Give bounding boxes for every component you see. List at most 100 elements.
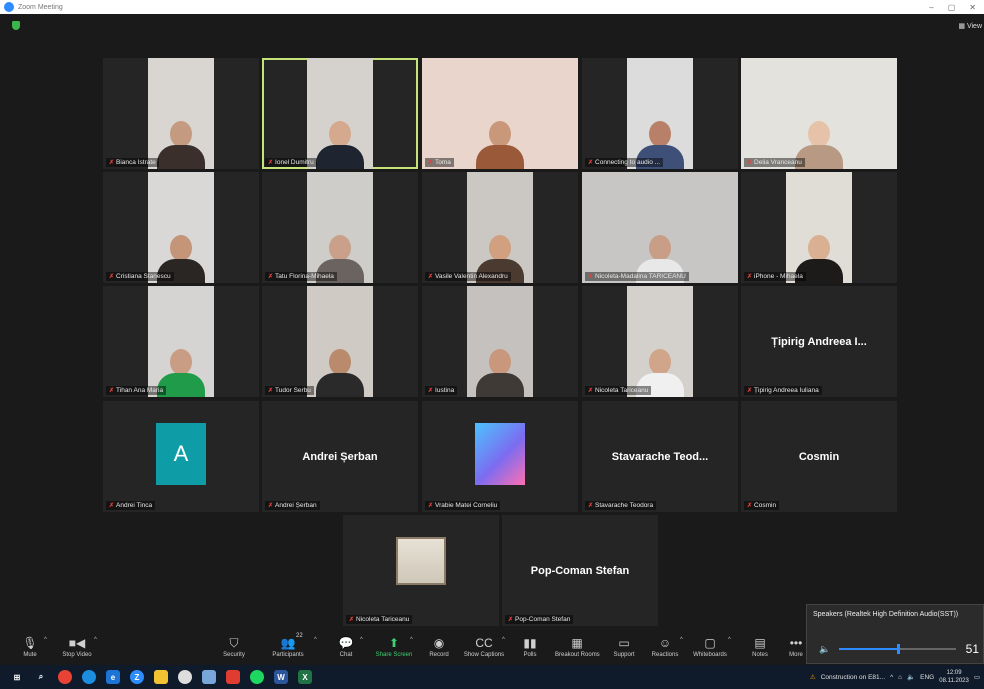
muted-microphone-icon: ✗	[268, 274, 274, 280]
participant-name: Pop-Coman Stefan	[515, 616, 571, 623]
whiteboard-icon: ▢	[704, 636, 716, 650]
edge-icon[interactable]	[82, 670, 96, 684]
security-button[interactable]: ⛉ Security	[212, 634, 256, 658]
speakers-volume-popup: Speakers (Realtek High Definition Audio(…	[806, 604, 984, 664]
participant-tile[interactable]: ✗ Nicoleta-Madalina TARICEANU	[582, 172, 738, 283]
participant-name: Cosmin	[754, 502, 777, 509]
participant-tile[interactable]: ✗ Connecting to audio ...	[582, 58, 738, 169]
zoom-taskbar-icon[interactable]: Z	[130, 670, 144, 684]
tray-volume-icon[interactable]: 🔈	[907, 673, 915, 681]
participant-display-name: Țipirig Andreea I...	[771, 335, 867, 348]
whiteboards-options-chevron-icon[interactable]: ^	[728, 637, 731, 643]
file-explorer-icon[interactable]	[154, 670, 168, 684]
construction-warning-icon[interactable]: ⚠	[810, 673, 816, 681]
video-options-chevron-icon[interactable]: ^	[94, 637, 97, 643]
participant-tile[interactable]: Cosmin ✗ Cosmin	[741, 401, 897, 512]
participant-tile[interactable]: ✗ Tihan Ana Maria	[103, 286, 259, 397]
participant-video	[148, 58, 214, 169]
volume-slider-thumb[interactable]	[897, 644, 901, 654]
support-button[interactable]: ▭ Support	[602, 634, 646, 658]
muted-microphone-icon: ✗	[109, 274, 115, 280]
participant-tile[interactable]: ✗ Tudor Serbu	[262, 286, 418, 397]
volume-slider[interactable]	[838, 644, 956, 654]
participant-video	[741, 58, 897, 169]
spotify-icon[interactable]	[250, 670, 264, 684]
mute-options-chevron-icon[interactable]: ^	[44, 637, 47, 643]
traffic-notification[interactable]: Construction on E81...	[821, 674, 885, 681]
tray-chevron-icon[interactable]: ^	[890, 674, 893, 681]
windows-start-icon[interactable]: ⊞	[10, 670, 24, 684]
excel-icon[interactable]: X	[298, 670, 312, 684]
notifications-icon[interactable]: ▭	[974, 673, 980, 681]
participants-count: 22	[296, 633, 303, 639]
participant-tile[interactable]: ✗ Cristiana Stanescu	[103, 172, 259, 283]
acrobat-icon[interactable]	[226, 670, 240, 684]
participant-video	[467, 172, 533, 283]
muted-microphone-icon: ✗	[109, 503, 115, 509]
participant-body	[316, 373, 364, 397]
security-shield-icon[interactable]	[12, 21, 20, 30]
record-button[interactable]: ◉ Record	[417, 634, 461, 658]
participant-name: Țipirig Andreea Iuliana	[754, 387, 819, 394]
participant-tile[interactable]: Pop-Coman Stefan ✗ Pop-Coman Stefan	[502, 515, 658, 626]
show-captions-button[interactable]: CC Show Captions	[462, 634, 506, 658]
close-button[interactable]: ✕	[969, 3, 976, 12]
participant-tile[interactable]: Andrei Șerban ✗ Andrei Șerban	[262, 401, 418, 512]
participant-display-name: Stavarache Teod...	[611, 450, 709, 463]
participants-options-chevron-icon[interactable]: ^	[314, 637, 317, 643]
word-icon[interactable]: W	[274, 670, 288, 684]
maximize-button[interactable]: ▢	[948, 3, 956, 12]
shield-icon: ⛉	[229, 636, 239, 650]
participant-name-tag: ✗ Vrabie Matei Corneliu	[425, 501, 501, 510]
participant-figure	[476, 349, 524, 397]
muted-microphone-icon: ✗	[109, 388, 115, 394]
participant-tile[interactable]: ✗ iPhone - Mihaela	[741, 172, 897, 283]
notes-button[interactable]: ▤ Notes	[738, 634, 782, 658]
participant-tile[interactable]: ✗ Nicoleta Tariceanu	[582, 286, 738, 397]
participant-tile[interactable]: ✗ Tatu Florina-Mihaela	[262, 172, 418, 283]
speakers-device-name[interactable]: Speakers (Realtek High Definition Audio(…	[807, 605, 983, 624]
participant-tile[interactable]: ✗ Vrabie Matei Corneliu	[422, 401, 578, 512]
participant-video	[307, 172, 373, 283]
network-icon[interactable]: ⌂	[898, 674, 902, 681]
breakout-rooms-button[interactable]: ▦ Breakout Rooms	[555, 634, 600, 658]
view-button[interactable]: ▦ View	[958, 22, 982, 30]
internet-explorer-icon[interactable]: e	[106, 670, 120, 684]
speaker-volume-icon: 🔈	[819, 643, 831, 654]
share-options-chevron-icon[interactable]: ^	[410, 637, 413, 643]
participant-tile[interactable]: A ✗ Andrei Tinca	[103, 401, 259, 512]
participant-tile[interactable]: ✗ Ionel Dumitru	[262, 58, 418, 169]
participant-name-tag: ✗ Cosmin	[744, 501, 780, 510]
minimize-button[interactable]: –	[929, 3, 933, 12]
search-icon[interactable]: ⌕	[34, 670, 48, 684]
stop-video-button[interactable]: ■◀ Stop Video	[55, 634, 99, 658]
muted-microphone-icon: ✗	[428, 388, 434, 394]
participant-tile[interactable]: ✗ Vasile Valentin Alexandru	[422, 172, 578, 283]
participants-button[interactable]: 👥 Participants	[266, 634, 310, 658]
participant-tile[interactable]: ✗ Nicoleta Tariceanu	[343, 515, 499, 626]
windows-taskbar: ⊞ ⌕ e Z W X ⚠ Construction on E81... ^ ⌂…	[0, 665, 984, 689]
captions-options-chevron-icon[interactable]: ^	[502, 637, 505, 643]
taskbar-clock[interactable]: 12:09 08.11.2023	[939, 669, 969, 685]
snipping-tool-icon[interactable]	[202, 670, 216, 684]
participant-name-tag: ✗ Iustina	[425, 386, 458, 395]
participant-tile[interactable]: ✗ Bianca Istrate	[103, 58, 259, 169]
muted-microphone-icon: ✗	[109, 160, 115, 166]
app-icon[interactable]	[178, 670, 192, 684]
participant-tile[interactable]: Stavarache Teod... ✗ Stavarache Teodora	[582, 401, 738, 512]
reactions-options-chevron-icon[interactable]: ^	[680, 637, 683, 643]
language-indicator[interactable]: ENG	[920, 674, 934, 681]
participant-head	[649, 235, 671, 261]
participant-tile[interactable]: ✗ Toma	[422, 58, 578, 169]
chrome-icon[interactable]	[58, 670, 72, 684]
participant-name: Ionel Dumitru	[275, 159, 314, 166]
participant-tile[interactable]: Țipirig Andreea I... ✗ Țipirig Andreea Iul…	[741, 286, 897, 397]
breakout-rooms-label: Breakout Rooms	[555, 652, 600, 658]
polls-button[interactable]: ▮▮ Polls	[508, 634, 552, 658]
whiteboards-button[interactable]: ▢ Whiteboards	[688, 634, 732, 658]
participant-tile[interactable]: ✗ Iustina	[422, 286, 578, 397]
participant-tile[interactable]: ✗ Delia Vranceanu	[741, 58, 897, 169]
chat-options-chevron-icon[interactable]: ^	[360, 637, 363, 643]
participant-name-tag: ✗ Andrei Tinca	[106, 501, 156, 510]
muted-microphone-icon: ✗	[747, 160, 753, 166]
